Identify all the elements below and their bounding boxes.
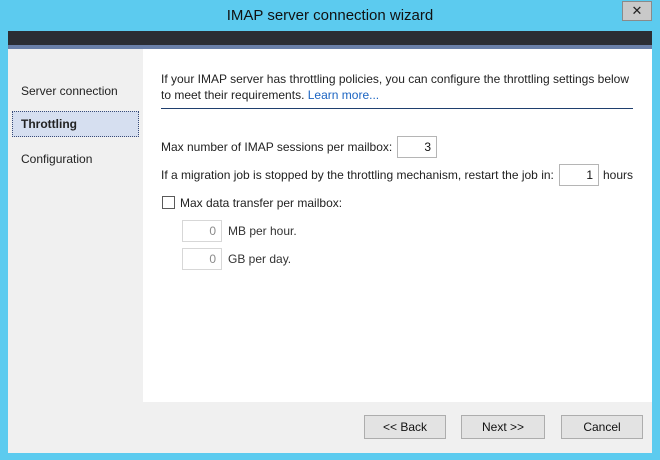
intro-description: If your IMAP server has throttling polic…	[161, 72, 630, 102]
learn-more-link[interactable]: Learn more...	[308, 88, 379, 102]
wizard-footer: << Back Next >> Cancel	[8, 402, 652, 453]
wizard-client-area: Server connection Throttling Configurati…	[8, 49, 652, 453]
window-bottom-border	[8, 453, 652, 460]
cancel-button[interactable]: Cancel	[561, 415, 643, 439]
intro-text: If your IMAP server has throttling polic…	[161, 71, 639, 103]
close-button[interactable]: ✕	[622, 1, 652, 21]
sessions-label: Max number of IMAP sessions per mailbox:	[161, 140, 393, 154]
wizard-window: IMAP server connection wizard ✕ Server c…	[0, 0, 660, 460]
restart-label: If a migration job is stopped by the thr…	[161, 168, 554, 182]
next-button[interactable]: Next >>	[461, 415, 545, 439]
gb-per-day-input[interactable]: 0	[182, 248, 222, 270]
restart-hours-input[interactable]: 1	[559, 164, 599, 186]
nav-item-configuration[interactable]: Configuration	[12, 146, 139, 172]
max-transfer-label: Max data transfer per mailbox:	[180, 196, 343, 210]
back-button[interactable]: << Back	[364, 415, 446, 439]
sessions-input[interactable]: 3	[397, 136, 437, 158]
title-bar[interactable]: IMAP server connection wizard ✕	[0, 0, 660, 31]
throttling-panel: If your IMAP server has throttling polic…	[143, 49, 652, 402]
wizard-step-nav: Server connection Throttling Configurati…	[8, 49, 143, 402]
section-divider	[161, 108, 633, 109]
mb-per-hour-input[interactable]: 0	[182, 220, 222, 242]
mb-per-hour-label: MB per hour.	[228, 224, 297, 238]
max-transfer-checkbox[interactable]	[162, 196, 175, 209]
gb-per-day-label: GB per day.	[228, 252, 292, 266]
window-title: IMAP server connection wizard	[226, 7, 434, 24]
nav-item-server-connection[interactable]: Server connection	[12, 78, 139, 104]
header-band	[8, 31, 652, 45]
close-icon: ✕	[631, 3, 643, 18]
nav-item-throttling[interactable]: Throttling	[12, 111, 139, 137]
restart-unit-label: hours	[603, 168, 634, 182]
